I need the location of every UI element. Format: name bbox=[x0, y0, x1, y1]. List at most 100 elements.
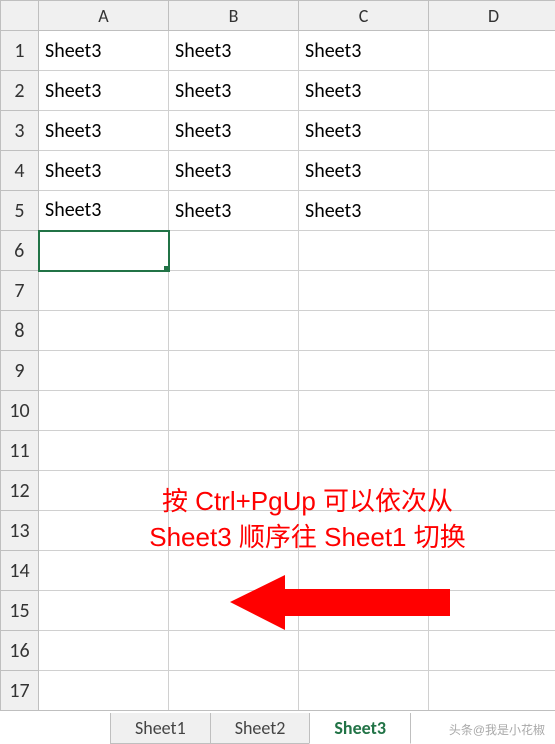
row-header-15[interactable]: 15 bbox=[1, 591, 39, 631]
row-header-2[interactable]: 2 bbox=[1, 71, 39, 111]
cell-C7[interactable] bbox=[299, 271, 429, 311]
cell-A2[interactable]: Sheet3 bbox=[39, 71, 169, 111]
cell-A12[interactable] bbox=[39, 471, 169, 511]
cell-D7[interactable] bbox=[429, 271, 555, 311]
cell-A11[interactable] bbox=[39, 431, 169, 471]
cell-D5[interactable] bbox=[429, 191, 555, 231]
cell-A16[interactable] bbox=[39, 631, 169, 671]
row-header-16[interactable]: 16 bbox=[1, 631, 39, 671]
row-header-12[interactable]: 12 bbox=[1, 471, 39, 511]
cell-B15[interactable] bbox=[169, 591, 299, 631]
row-header-17[interactable]: 17 bbox=[1, 671, 39, 711]
cell-A14[interactable] bbox=[39, 551, 169, 591]
cell-A17[interactable] bbox=[39, 671, 169, 711]
cell-B13[interactable] bbox=[169, 511, 299, 551]
cell-A9[interactable] bbox=[39, 351, 169, 391]
sheet-tab-sheet3[interactable]: Sheet3 bbox=[309, 713, 411, 744]
cell-A7[interactable] bbox=[39, 271, 169, 311]
cell-C4[interactable]: Sheet3 bbox=[299, 151, 429, 191]
cell-B14[interactable] bbox=[169, 551, 299, 591]
table-row: 3 Sheet3 Sheet3 Sheet3 bbox=[1, 111, 555, 151]
cell-C13[interactable] bbox=[299, 511, 429, 551]
col-header-C[interactable]: C bbox=[299, 1, 429, 31]
cell-D15[interactable] bbox=[429, 591, 555, 631]
cell-C11[interactable] bbox=[299, 431, 429, 471]
cell-C6[interactable] bbox=[299, 231, 429, 271]
cell-A5[interactable]: Sheet3 bbox=[39, 191, 169, 231]
row-header-6[interactable]: 6 bbox=[1, 231, 39, 271]
cell-D3[interactable] bbox=[429, 111, 555, 151]
cell-D8[interactable] bbox=[429, 311, 555, 351]
cell-C14[interactable] bbox=[299, 551, 429, 591]
cell-C5[interactable]: Sheet3 bbox=[299, 191, 429, 231]
cell-C16[interactable] bbox=[299, 631, 429, 671]
cell-C3[interactable]: Sheet3 bbox=[299, 111, 429, 151]
cell-B7[interactable] bbox=[169, 271, 299, 311]
col-header-A[interactable]: A bbox=[39, 1, 169, 31]
cell-B16[interactable] bbox=[169, 631, 299, 671]
cell-D2[interactable] bbox=[429, 71, 555, 111]
row-header-4[interactable]: 4 bbox=[1, 151, 39, 191]
cell-B10[interactable] bbox=[169, 391, 299, 431]
cell-A10[interactable] bbox=[39, 391, 169, 431]
col-header-D[interactable]: D bbox=[429, 1, 555, 31]
cell-D12[interactable] bbox=[429, 471, 555, 511]
cell-B8[interactable] bbox=[169, 311, 299, 351]
cell-B4[interactable]: Sheet3 bbox=[169, 151, 299, 191]
cell-B2[interactable]: Sheet3 bbox=[169, 71, 299, 111]
cell-D13[interactable] bbox=[429, 511, 555, 551]
grid-area[interactable]: A B C D 1 Sheet3 Sheet3 Sheet3 2 Sheet3 … bbox=[0, 0, 555, 710]
cell-D6[interactable] bbox=[429, 231, 555, 271]
cell-B9[interactable] bbox=[169, 351, 299, 391]
row-header-5[interactable]: 5 bbox=[1, 191, 39, 231]
cell-B5[interactable]: Sheet3 bbox=[169, 191, 299, 231]
cell-B6[interactable] bbox=[169, 231, 299, 271]
cell-C15[interactable] bbox=[299, 591, 429, 631]
cell-C12[interactable] bbox=[299, 471, 429, 511]
cell-A13[interactable] bbox=[39, 511, 169, 551]
cell-C9[interactable] bbox=[299, 351, 429, 391]
row-header-3[interactable]: 3 bbox=[1, 111, 39, 151]
cell-D17[interactable] bbox=[429, 671, 555, 711]
cell-D16[interactable] bbox=[429, 631, 555, 671]
cell-A3[interactable]: Sheet3 bbox=[39, 111, 169, 151]
row-header-11[interactable]: 11 bbox=[1, 431, 39, 471]
cell-D14[interactable] bbox=[429, 551, 555, 591]
cell-A6-active[interactable] bbox=[39, 231, 169, 271]
cell-B1[interactable]: Sheet3 bbox=[169, 31, 299, 71]
col-header-B[interactable]: B bbox=[169, 1, 299, 31]
cell-D11[interactable] bbox=[429, 431, 555, 471]
cell-A15[interactable] bbox=[39, 591, 169, 631]
row-header-14[interactable]: 14 bbox=[1, 551, 39, 591]
table-row: 17 bbox=[1, 671, 555, 711]
sheet-tab-sheet1[interactable]: Sheet1 bbox=[110, 713, 211, 744]
row-header-13[interactable]: 13 bbox=[1, 511, 39, 551]
sheet-tab-sheet2[interactable]: Sheet2 bbox=[210, 713, 311, 744]
row-header-9[interactable]: 9 bbox=[1, 351, 39, 391]
table-row: 12 bbox=[1, 471, 555, 511]
cells-table: A B C D 1 Sheet3 Sheet3 Sheet3 2 Sheet3 … bbox=[0, 0, 555, 710]
row-header-10[interactable]: 10 bbox=[1, 391, 39, 431]
cell-A8[interactable] bbox=[39, 311, 169, 351]
row-header-7[interactable]: 7 bbox=[1, 271, 39, 311]
cell-C10[interactable] bbox=[299, 391, 429, 431]
table-row: 7 bbox=[1, 271, 555, 311]
cell-B11[interactable] bbox=[169, 431, 299, 471]
cell-D9[interactable] bbox=[429, 351, 555, 391]
cell-A4[interactable]: Sheet3 bbox=[39, 151, 169, 191]
cell-D1[interactable] bbox=[429, 31, 555, 71]
cell-C8[interactable] bbox=[299, 311, 429, 351]
cell-C17[interactable] bbox=[299, 671, 429, 711]
row-header-1[interactable]: 1 bbox=[1, 31, 39, 71]
cell-B3[interactable]: Sheet3 bbox=[169, 111, 299, 151]
table-row: 1 Sheet3 Sheet3 Sheet3 bbox=[1, 31, 555, 71]
cell-B12[interactable] bbox=[169, 471, 299, 511]
cell-D4[interactable] bbox=[429, 151, 555, 191]
select-all-corner[interactable] bbox=[1, 1, 39, 31]
cell-C1[interactable]: Sheet3 bbox=[299, 31, 429, 71]
cell-D10[interactable] bbox=[429, 391, 555, 431]
cell-C2[interactable]: Sheet3 bbox=[299, 71, 429, 111]
row-header-8[interactable]: 8 bbox=[1, 311, 39, 351]
cell-A1[interactable]: Sheet3 bbox=[39, 31, 169, 71]
cell-B17[interactable] bbox=[169, 671, 299, 711]
